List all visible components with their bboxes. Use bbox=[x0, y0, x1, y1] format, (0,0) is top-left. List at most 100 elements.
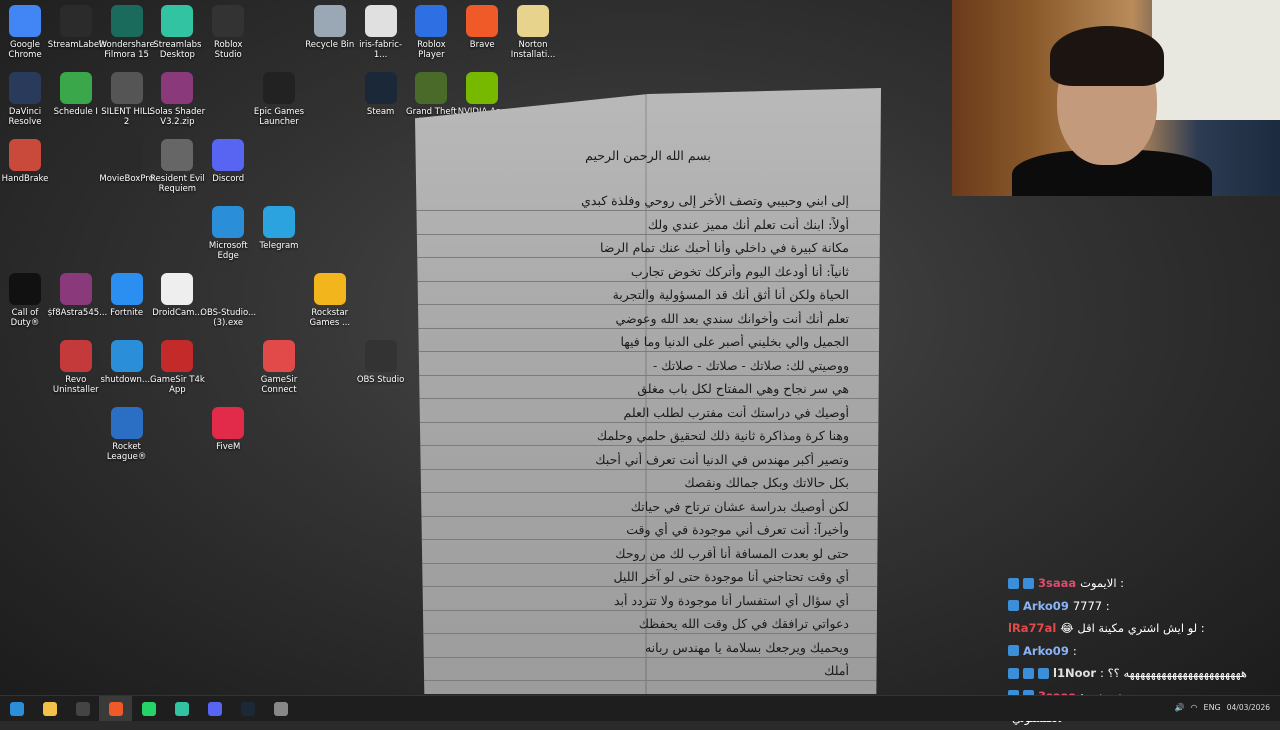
letter-rule bbox=[415, 257, 881, 258]
letter-rule bbox=[415, 468, 881, 470]
desktop-icon[interactable]: Rockstar Games ... bbox=[302, 273, 358, 328]
desktop-icon[interactable]: OBS Studio bbox=[353, 340, 409, 385]
desktop-icon[interactable]: shutdown.... bbox=[99, 340, 155, 385]
desktop-icon-label: iris-fabric-1... bbox=[359, 40, 403, 60]
taskbar-button[interactable] bbox=[0, 696, 33, 721]
desktop-icon-label: Resident Evil Requiem bbox=[150, 174, 205, 194]
gear-icon bbox=[273, 701, 288, 716]
desktop-icon[interactable]: OBS-Studio... (3).exe bbox=[200, 273, 256, 328]
letter-line: أولاً: ابنك أنت تعلم أنك مميز عندي ولك bbox=[647, 216, 849, 232]
desktop-icon[interactable]: Roblox Studio bbox=[200, 5, 256, 60]
taskbar-button[interactable] bbox=[66, 696, 99, 721]
desktop-icon[interactable]: FiveM bbox=[200, 407, 256, 452]
letter-line: أي وقت تحتاجني أنا موجودة حتى لو آخر الل… bbox=[613, 569, 849, 584]
taskbar-button[interactable] bbox=[132, 696, 165, 721]
letter-rule bbox=[415, 351, 881, 352]
desktop-icon[interactable]: ṩf8Astra545... bbox=[47, 273, 108, 318]
handwritten-letter-photo: بسم الله الرحمن الرحيم إلى ابني وحبيبي و… bbox=[415, 88, 881, 694]
taskbar-button[interactable] bbox=[198, 696, 231, 721]
desktop-icon-label: GameSir Connect bbox=[260, 375, 298, 395]
desktop-icon[interactable]: iris-fabric-1... bbox=[353, 5, 409, 60]
gamesir-connect-icon bbox=[263, 340, 295, 372]
letter-line: أي سؤال أي استفسار أنا موجودة ولا تتردد … bbox=[614, 592, 849, 608]
desktop-icon-label: Revo Uninstaller bbox=[52, 375, 99, 395]
roblox-icon bbox=[415, 5, 448, 37]
desktop-icon[interactable]: Norton Installati... bbox=[505, 5, 561, 60]
chat-badge-icon bbox=[1008, 645, 1019, 657]
taskbar-button[interactable] bbox=[33, 696, 66, 721]
desktop-icon[interactable]: Brave bbox=[454, 5, 510, 50]
desktop: Google Chrome StreamLabels Wondershare Fil… bbox=[0, 0, 1280, 725]
streamlabels-icon bbox=[59, 5, 92, 37]
letter-rule bbox=[415, 304, 881, 305]
telegram-icon bbox=[263, 206, 295, 238]
desktop-icon[interactable]: Recycle Bin bbox=[302, 5, 358, 50]
letter-line: أوصيك في دراستك أنت مفترب لطلب العلم bbox=[623, 404, 849, 420]
desktop-icon[interactable]: Steam bbox=[353, 72, 409, 117]
discord-icon bbox=[212, 139, 245, 171]
desktop-icon[interactable]: Microsoft Edge bbox=[200, 206, 256, 261]
letter-rule bbox=[415, 327, 881, 329]
desktop-icon[interactable]: DaVinci Resolve bbox=[0, 72, 53, 127]
chat-username: l1Noor bbox=[1053, 666, 1097, 681]
desktop-icon[interactable]: Streamlabs Desktop bbox=[149, 5, 205, 60]
letter-line: تعلم أنك أنت وأخوانك سندي بعد الله وعوضي bbox=[615, 310, 849, 326]
desktop-icon-label: ṩf8Astra545... bbox=[47, 308, 108, 318]
desktop-icon[interactable]: GameSir T4k App bbox=[149, 340, 205, 395]
taskbar-button[interactable] bbox=[99, 696, 132, 721]
letter-rule bbox=[415, 445, 881, 446]
chat-message: lRa77al 😂 لو ايش اشتري مكينة اقل : bbox=[1008, 617, 1280, 640]
volume-icon[interactable]: 🔊 bbox=[1175, 703, 1185, 712]
desktop-icon[interactable]: Roblox Player bbox=[403, 5, 459, 60]
desktop-icon[interactable]: Revo Uninstaller bbox=[48, 340, 104, 395]
desktop-icon-label: HandBrake bbox=[1, 174, 49, 184]
letter-rule bbox=[415, 374, 881, 376]
clock[interactable]: 04/03/2026 bbox=[1227, 703, 1270, 712]
desktop-icon[interactable]: Resident Evil Requiem bbox=[149, 139, 205, 194]
desktop-icon-label: shutdown.... bbox=[100, 375, 153, 385]
desktop-icon[interactable]: DroidCam... bbox=[149, 273, 205, 318]
letter-line: ووصيتي لك: صلاتك - صلاتك - صلاتك - bbox=[653, 357, 849, 373]
taskbar-button[interactable] bbox=[264, 696, 297, 721]
taskbar bbox=[0, 695, 1280, 721]
language-indicator[interactable]: ENG bbox=[1204, 703, 1221, 712]
desktop-icon[interactable]: GameSir Connect bbox=[251, 340, 307, 395]
file-explorer-icon bbox=[42, 701, 57, 716]
desktop-icon[interactable]: Solas Shader V3.2.zip bbox=[149, 72, 205, 127]
desktop-icon-label: Streamlabs Desktop bbox=[153, 40, 202, 60]
desktop-icon[interactable]: Call of Duty® bbox=[0, 273, 53, 328]
desktop-icon[interactable]: SILENT HILL 2 bbox=[99, 72, 155, 127]
edge-icon bbox=[212, 206, 245, 238]
desktop-icon[interactable]: Schedule I bbox=[48, 72, 104, 117]
desktop-icon[interactable]: Epic Games Launcher bbox=[251, 72, 307, 127]
desktop-icon[interactable]: Telegram bbox=[251, 206, 307, 251]
letter-rule bbox=[415, 398, 881, 399]
desktop-icon-label: Fortnite bbox=[110, 308, 144, 318]
chat-badge-icon bbox=[1038, 667, 1049, 679]
desktop-icon[interactable]: HandBrake bbox=[0, 139, 53, 184]
letter-line: مكانة كبيرة في داخلي وأنا أحبك عنك تمام … bbox=[600, 240, 849, 255]
desktop-icon-label: OBS-Studio... (3).exe bbox=[200, 308, 257, 328]
desktop-icon[interactable]: Wondershare Filmora 15 bbox=[99, 5, 155, 60]
chat-username: 3saaa bbox=[1038, 576, 1077, 591]
desktop-icon[interactable]: Discord bbox=[200, 139, 256, 184]
chat-badge-icon bbox=[1008, 577, 1019, 589]
epic-icon bbox=[263, 72, 295, 104]
nvidia-icon bbox=[466, 72, 499, 104]
chat-badge-icon bbox=[1008, 667, 1019, 679]
desktop-icon-label: Google Chrome bbox=[8, 40, 42, 60]
wifi-icon[interactable]: ◠ bbox=[1191, 703, 1198, 712]
desktop-icon[interactable]: Fortnite bbox=[99, 273, 155, 318]
steam-icon bbox=[240, 701, 255, 716]
taskbar-button[interactable] bbox=[165, 696, 198, 721]
desktop-icon-label: Rocket League® bbox=[106, 442, 147, 462]
desktop-icon[interactable]: Rocket League® bbox=[99, 407, 155, 462]
desktop-icon[interactable]: StreamLabels bbox=[48, 5, 106, 50]
desktop-icon-label: Roblox Studio bbox=[213, 40, 243, 60]
desktop-icon[interactable]: MovieBoxPro bbox=[99, 139, 155, 184]
taskbar-button[interactable] bbox=[231, 696, 264, 721]
chat-text: : bbox=[1072, 643, 1077, 658]
desktop-icon-label: OBS Studio bbox=[356, 375, 405, 385]
moviebox-icon bbox=[110, 139, 143, 171]
desktop-icon[interactable]: Google Chrome bbox=[0, 5, 53, 60]
